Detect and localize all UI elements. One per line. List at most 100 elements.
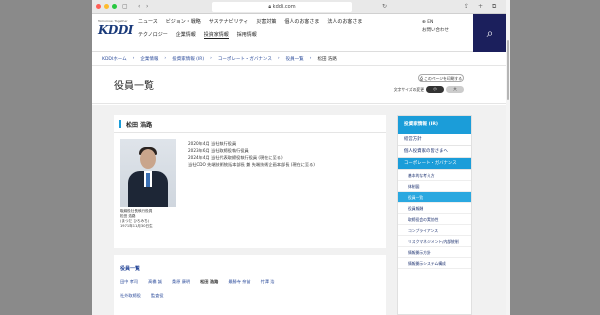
- sidebar-sub-disclosure[interactable]: 情報開示方針: [398, 247, 471, 258]
- breadcrumb-separator: ›: [309, 56, 312, 61]
- font-size-label: 文字サイズの変更: [393, 86, 424, 92]
- search-icon: ⌕: [486, 25, 494, 40]
- photo-caption: 取締役社長執行役員 松田 浩路 (まつだ ひろみち) 1971年11月30日生: [120, 209, 153, 229]
- font-size-control: 文字サイズの変更 小 大: [394, 86, 464, 93]
- header-utility: ⊕ EN お問い合わせ: [422, 19, 449, 35]
- share-icon[interactable]: ⇪: [464, 3, 469, 10]
- breadcrumb-separator: ›: [277, 56, 280, 61]
- caption-birthdate: 1971年11月30日生: [120, 224, 153, 228]
- print-label: このページを印刷する: [424, 76, 463, 81]
- nav-recruit[interactable]: 採用情報: [237, 31, 257, 39]
- page-scrollbar[interactable]: [506, 0, 510, 315]
- officer-link[interactable]: 最勝寺 奈苗: [228, 279, 250, 285]
- accent-bar: [119, 120, 121, 128]
- officer-list-row: 田中 孝司 髙橋 誠 桑原 康明 松田 浩路 最勝寺 奈苗 竹澤 浩: [120, 279, 275, 285]
- nav-row-secondary: テクノロジー 企業情報 投資家情報 採用情報: [138, 31, 362, 39]
- sidebar-sub-compliance[interactable]: コンプライアンス: [398, 225, 471, 236]
- contact-link[interactable]: お問い合わせ: [422, 27, 449, 35]
- sidebar-header[interactable]: 投資家情報 (IR): [398, 116, 471, 134]
- browser-window: ▢ ‹ › 🔒︎ kddi.com ↻ ⇪ + ⧉ Tomorrow, Toge…: [92, 0, 510, 315]
- nav-news[interactable]: ニュース: [138, 18, 158, 25]
- sidebar-sub-basic[interactable]: 基本的な考え方: [398, 170, 471, 181]
- close-icon[interactable]: [96, 4, 101, 9]
- officer-list-row: 社外取締役 監査役: [120, 293, 164, 299]
- title-bar: 役員一覧 ⎙ このページを印刷する 文字サイズの変更 小 大: [92, 66, 510, 104]
- officer-list: 役員一覧 田中 孝司 髙橋 誠 桑原 康明 松田 浩路 最勝寺 奈苗 竹澤 浩 …: [114, 255, 386, 315]
- forward-icon[interactable]: ›: [146, 3, 148, 10]
- page-title: 役員一覧: [114, 81, 154, 92]
- officer-link-current: 松田 浩路: [200, 279, 219, 284]
- new-tab-icon[interactable]: +: [478, 3, 483, 10]
- language-label: EN: [427, 20, 434, 25]
- history-item: 当社CDO 先端技術統括本部長 兼 先端技術企画本部長 (現在に至る): [188, 162, 315, 167]
- breadcrumb-home[interactable]: KDDIホーム: [102, 56, 127, 62]
- breadcrumb-officers[interactable]: 役員一覧: [286, 56, 304, 62]
- minimize-icon[interactable]: [104, 4, 109, 9]
- browser-toolbar: ▢ ‹ › 🔒︎ kddi.com ↻ ⇪ + ⧉: [92, 0, 510, 14]
- officer-link[interactable]: 髙橋 誠: [148, 279, 162, 285]
- photo-face: [140, 149, 156, 169]
- history-item: 2020年4月 当社執行役員: [188, 141, 237, 146]
- sidebar-sub-effectiveness[interactable]: 取締役会の実効性: [398, 214, 471, 225]
- logo-text: KDDI: [98, 23, 133, 37]
- nav-corporate[interactable]: 企業情報: [176, 31, 196, 39]
- nav-business[interactable]: 法人のお客さま: [327, 18, 362, 25]
- history-item: 2024年4月 当社代表取締役執行役員 (現在に至る): [188, 155, 283, 160]
- sidebar-sub-risk[interactable]: リスクマネジメント/内部統制: [398, 236, 471, 247]
- reload-icon[interactable]: ↻: [382, 3, 387, 10]
- career-history: 2020年4月 当社執行役員 2023年6月 当社取締役執行役員 2024年4月…: [188, 140, 380, 168]
- back-icon[interactable]: ‹: [138, 3, 140, 10]
- nav-personal[interactable]: 個人のお客さま: [284, 18, 319, 25]
- window-controls[interactable]: [96, 4, 117, 9]
- font-size-small-button[interactable]: 小: [426, 86, 444, 93]
- address-bar[interactable]: 🔒︎ kddi.com: [212, 2, 352, 12]
- breadcrumb: KDDIホーム › 企業情報 › 投資家情報 (IR) › コーポレート・ガバナンス ›…: [92, 52, 510, 66]
- officer-photo: [120, 139, 176, 207]
- profile-card-header: 松田 浩路: [114, 115, 386, 133]
- auditors-link[interactable]: 監査役: [151, 293, 164, 299]
- site-header: Tomorrow, Together KDDI ニュース ビジョン・戦略 サステ…: [92, 14, 510, 52]
- sidebar-item-governance[interactable]: コーポレート・ガバナンス: [398, 158, 471, 170]
- nav-technology[interactable]: テクノロジー: [138, 31, 168, 39]
- ir-sidebar: 投資家情報 (IR) 経営方針 個人投資家の皆さまへ コーポレート・ガバナンス …: [397, 115, 472, 315]
- sidebar-sub-officers[interactable]: 役員一覧: [398, 192, 471, 203]
- nav-sustainability[interactable]: サステナビリティ: [209, 18, 249, 25]
- sidebar-sub-structure[interactable]: 体制図: [398, 181, 471, 192]
- sidebar-sub-compensation[interactable]: 役員報酬: [398, 203, 471, 214]
- sidebar-sub-disclosure-system[interactable]: 情報開示システム構成: [398, 258, 471, 269]
- nav-row-primary: ニュース ビジョン・戦略 サステナビリティ 災害対策 個人のお客さま 法人のお客…: [138, 18, 362, 25]
- breadcrumb-separator: ›: [132, 56, 135, 61]
- maximize-icon[interactable]: [112, 4, 117, 9]
- officer-list-heading: 役員一覧: [120, 266, 141, 272]
- officer-link[interactable]: 竹澤 浩: [261, 279, 275, 285]
- profile-card: 松田 浩路 取締役社長執行役員 松田 浩路 (まつだ ひろみち) 1971年11…: [114, 115, 386, 248]
- sidebar-toggle-icon[interactable]: ▢: [122, 3, 128, 10]
- sidebar-item-policy[interactable]: 経営方針: [398, 134, 471, 146]
- breadcrumb-separator: ›: [164, 56, 167, 61]
- main-content: 松田 浩路 取締役社長執行役員 松田 浩路 (まつだ ひろみち) 1971年11…: [92, 105, 510, 315]
- nav-ir[interactable]: 投資家情報: [203, 31, 229, 39]
- breadcrumb-current: 松田 浩路: [317, 56, 337, 62]
- outside-directors-link[interactable]: 社外取締役: [120, 293, 141, 299]
- nav-disaster[interactable]: 災害対策: [256, 18, 276, 25]
- url-text: kddi.com: [272, 4, 296, 10]
- officer-name: 松田 浩路: [126, 122, 153, 129]
- breadcrumb-separator: ›: [210, 56, 212, 61]
- breadcrumb-corporate[interactable]: 企業情報: [140, 56, 158, 62]
- sidebar-item-individual[interactable]: 個人投資家の皆さまへ: [398, 146, 471, 158]
- print-button[interactable]: ⎙ このページを印刷する: [418, 74, 464, 82]
- global-nav: ニュース ビジョン・戦略 サステナビリティ 災害対策 個人のお客さま 法人のお客…: [138, 18, 362, 45]
- breadcrumb-governance[interactable]: コーポレート・ガバナンス: [218, 56, 272, 62]
- officer-link[interactable]: 田中 孝司: [120, 279, 138, 285]
- nav-vision[interactable]: ビジョン・戦略: [166, 18, 201, 25]
- scrollbar-thumb[interactable]: [507, 40, 509, 100]
- officer-link[interactable]: 桑原 康明: [172, 279, 190, 285]
- search-button[interactable]: ⌕: [473, 14, 507, 52]
- history-item: 2023年6月 当社取締役執行役員: [188, 148, 249, 153]
- kddi-logo[interactable]: Tomorrow, Together KDDI: [98, 19, 133, 37]
- language-switch[interactable]: ⊕ EN: [422, 19, 449, 27]
- font-size-large-button[interactable]: 大: [446, 86, 464, 93]
- tabs-overview-icon[interactable]: ⧉: [492, 3, 496, 11]
- breadcrumb-ir[interactable]: 投資家情報 (IR): [172, 56, 204, 62]
- photo-tie: [146, 173, 150, 187]
